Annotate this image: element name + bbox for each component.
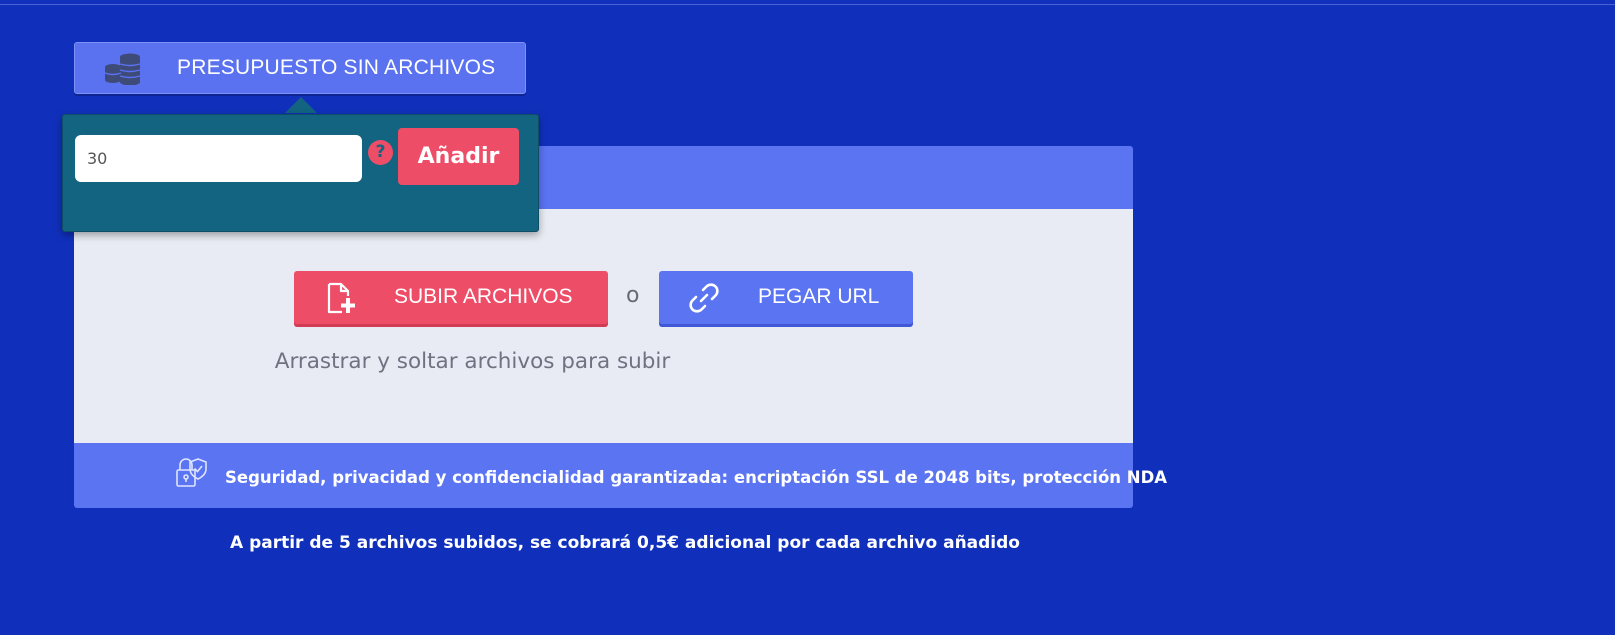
budget-amount-input[interactable] [75, 135, 362, 182]
security-text: Seguridad, privacidad y confidencialidad… [225, 468, 1168, 487]
coins-icon [103, 51, 143, 86]
link-icon [687, 281, 721, 315]
security-banner: Seguridad, privacidad y confidencialidad… [74, 443, 1167, 508]
budget-without-files-button[interactable]: PRESUPUESTO SIN ARCHIVOS [74, 42, 526, 94]
upload-files-label: SUBIR ARCHIVOS [394, 285, 573, 308]
lock-shield-icon [175, 455, 209, 489]
budget-without-files-label: PRESUPUESTO SIN ARCHIVOS [177, 56, 496, 79]
file-plus-icon [324, 281, 358, 315]
budget-popover: ? Añadir [62, 114, 539, 232]
paste-url-label: PEGAR URL [758, 285, 880, 308]
upload-files-button[interactable]: SUBIR ARCHIVOS [294, 271, 608, 324]
paste-url-button[interactable]: PEGAR URL [659, 271, 913, 324]
popover-arrow [285, 97, 317, 113]
add-button[interactable]: Añadir [398, 128, 519, 185]
help-icon[interactable]: ? [368, 140, 393, 165]
upload-dropzone[interactable] [74, 209, 1133, 443]
top-divider [0, 4, 1615, 5]
drop-hint-text: Arrastrar y soltar archivos para subir [274, 349, 671, 374]
extra-files-notice: A partir de 5 archivos subidos, se cobra… [230, 533, 1020, 553]
or-separator: o [626, 283, 640, 308]
